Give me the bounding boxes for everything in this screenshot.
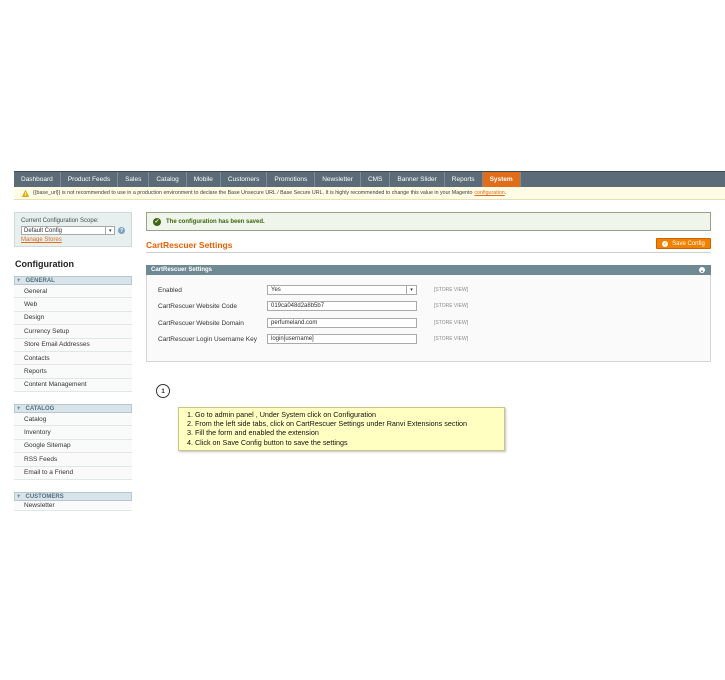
- sidebar-item-reports[interactable]: Reports: [14, 365, 132, 379]
- nav-cms[interactable]: CMS: [361, 172, 391, 187]
- scope-select[interactable]: Default Config ▾: [21, 226, 116, 235]
- sidebar-title: Configuration: [15, 259, 74, 269]
- nav-mobile[interactable]: Mobile: [187, 172, 221, 187]
- sidebar-item-catalog[interactable]: Catalog: [14, 413, 132, 427]
- manage-stores-link[interactable]: Manage Stores: [21, 237, 125, 243]
- save-config-label: Save Config: [672, 240, 705, 247]
- nav-reports[interactable]: Reports: [445, 172, 483, 187]
- scope-tag: [STORE VIEW]: [434, 287, 469, 293]
- sidebar-item-email-friend[interactable]: Email to a Friend: [14, 466, 132, 480]
- top-nav: Dashboard Product Feeds Sales Catalog Mo…: [14, 171, 725, 188]
- expand-icon: +: [17, 405, 21, 412]
- nav-catalog[interactable]: Catalog: [149, 172, 187, 187]
- sidebar-item-content-management[interactable]: Content Management: [14, 378, 132, 393]
- sidebar-item-currency-setup[interactable]: Currency Setup: [14, 325, 132, 339]
- scope-select-value: Default Config: [24, 227, 63, 234]
- sidebar-item-store-email[interactable]: Store Email Addresses: [14, 338, 132, 352]
- scope-tag: [STORE VIEW]: [434, 336, 469, 342]
- chevron-down-icon: ▾: [105, 227, 114, 234]
- sidebar-group-customers: + CUSTOMERS Newsletter: [14, 492, 132, 511]
- field-label-website-domain: CartRescuer Website Domain: [158, 320, 244, 327]
- sidebar-group-header[interactable]: + CUSTOMERS: [14, 492, 132, 501]
- scope-tag: [STORE VIEW]: [434, 303, 469, 309]
- expand-icon: +: [17, 493, 21, 500]
- nav-system[interactable]: System: [482, 172, 521, 187]
- nav-product-feeds[interactable]: Product Feeds: [61, 172, 119, 187]
- warning-icon: [22, 189, 29, 197]
- collapse-icon[interactable]: ▲: [699, 267, 705, 273]
- instruction-line: 4. Click on Save Config button to save t…: [187, 437, 348, 447]
- nav-customers[interactable]: Customers: [221, 172, 268, 187]
- sidebar-group-header[interactable]: + GENERAL: [14, 276, 132, 285]
- warning-text: {{base_url}} is not recommended to use i…: [33, 190, 473, 196]
- sidebar-item-design[interactable]: Design: [14, 311, 132, 326]
- step-number-badge: 1: [156, 384, 170, 398]
- section-header[interactable]: CartRescuer Settings ▲: [146, 265, 711, 275]
- success-text: The configuration has been saved.: [166, 218, 265, 225]
- check-icon: ✓: [662, 240, 669, 247]
- sidebar-group-header[interactable]: + CATALOG: [14, 404, 132, 413]
- instruction-line: 2. From the left side tabs, click on Car…: [187, 419, 468, 429]
- website-code-input[interactable]: 019ca048d2a8b5b7: [267, 301, 417, 311]
- page-title: CartRescuer Settings: [146, 240, 233, 250]
- check-icon: ✓: [153, 217, 161, 226]
- instruction-note: 1. Go to admin panel , Under System clic…: [178, 407, 505, 451]
- sidebar-item-web[interactable]: Web: [14, 298, 132, 312]
- sidebar-item-newsletter[interactable]: Newsletter: [14, 501, 132, 511]
- enabled-select-value: Yes: [271, 287, 281, 293]
- save-config-button[interactable]: ✓ Save Config: [656, 238, 711, 249]
- field-label-website-code: CartRescuer Website Code: [158, 303, 237, 310]
- scope-tag: [STORE VIEW]: [434, 320, 469, 326]
- nav-promotions[interactable]: Promotions: [267, 172, 316, 187]
- expand-icon: +: [17, 277, 21, 284]
- section-title: CartRescuer Settings: [151, 267, 213, 273]
- sidebar-item-inventory[interactable]: Inventory: [14, 426, 132, 440]
- warning-suffix: .: [504, 190, 507, 196]
- instruction-line: 1. Go to admin panel , Under System clic…: [187, 410, 376, 419]
- login-username-key-input[interactable]: login[username]: [267, 334, 417, 344]
- sidebar-item-rss-feeds[interactable]: RSS Feeds: [14, 453, 132, 467]
- website-domain-input[interactable]: perfumeland.com: [267, 318, 417, 328]
- chevron-down-icon: ▾: [406, 286, 416, 294]
- title-divider: [146, 252, 711, 253]
- sidebar-group-general: + GENERAL General Web Design Currency Set…: [14, 276, 132, 393]
- nav-banner-slider[interactable]: Banner Slider: [390, 172, 445, 187]
- sidebar-group-catalog: + CATALOG Catalog Inventory Google Sitema…: [14, 404, 132, 480]
- sidebar-item-general[interactable]: General: [14, 285, 132, 299]
- help-icon[interactable]: ?: [118, 227, 125, 234]
- scope-switcher: Current Configuration Scope: Default Con…: [14, 212, 132, 247]
- field-label-login-username-key: CartRescuer Login Username Key: [158, 336, 257, 343]
- nav-newsletter[interactable]: Newsletter: [315, 172, 361, 187]
- warning-bar: {{base_url}} is not recommended to use i…: [14, 187, 725, 200]
- nav-sales[interactable]: Sales: [118, 172, 150, 187]
- sidebar-item-google-sitemap[interactable]: Google Sitemap: [14, 439, 132, 454]
- instruction-line: 3. Fill the form and enabled the extensi…: [187, 428, 319, 438]
- warning-configuration-link[interactable]: configuration: [474, 190, 504, 196]
- field-label-enabled: Enabled: [158, 287, 182, 294]
- nav-dashboard[interactable]: Dashboard: [14, 172, 61, 187]
- sidebar-item-contacts[interactable]: Contacts: [14, 351, 132, 366]
- scope-label: Current Configuration Scope:: [21, 218, 99, 224]
- enabled-select[interactable]: Yes ▾: [267, 285, 417, 295]
- success-message: ✓ The configuration has been saved.: [146, 212, 711, 231]
